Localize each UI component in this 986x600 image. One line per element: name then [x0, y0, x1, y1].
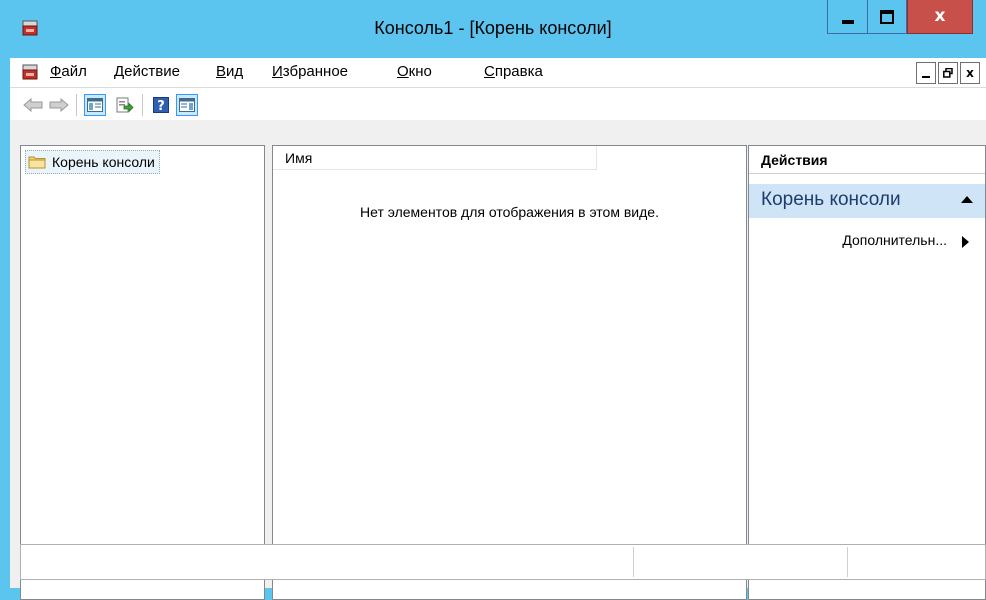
menu-view-accel: В — [216, 63, 227, 80]
actions-item-label: Дополнительн... — [842, 232, 947, 248]
export-list-icon — [116, 97, 134, 113]
client-area: Файл Действие Вид Избранное Окно Справка… — [10, 58, 986, 600]
actions-pane: Действия Корень консоли Дополнительн... — [748, 145, 986, 600]
tree-item-console-root[interactable]: Корень консоли — [25, 150, 160, 174]
menu-action-label: ействие — [124, 63, 180, 80]
title-bar[interactable]: Консоль1 - [Корень консоли] x — [0, 0, 986, 52]
show-hide-action-pane-button[interactable] — [176, 94, 198, 116]
tree-item-label: Корень консоли — [52, 154, 155, 170]
column-header-name[interactable]: Имя — [273, 146, 597, 170]
close-icon: x — [934, 6, 946, 26]
show-hide-console-tree-icon — [87, 98, 103, 112]
mdi-minimize-icon — [922, 76, 930, 78]
menu-help-label: правка — [494, 63, 543, 80]
status-bar — [20, 544, 986, 580]
submenu-arrow-icon — [962, 236, 969, 248]
show-hide-tree-button[interactable] — [84, 94, 106, 116]
minimize-button[interactable] — [827, 0, 867, 34]
menu-window-accel: О — [397, 63, 409, 80]
show-hide-action-pane-icon — [179, 98, 195, 112]
menu-file-accel: Ф — [50, 63, 62, 80]
help-button[interactable]: ? — [150, 94, 172, 116]
status-separator — [633, 547, 634, 577]
help-icon: ? — [153, 97, 169, 113]
back-arrow-icon — [23, 98, 43, 112]
actions-group-console-root[interactable]: Корень консоли — [749, 184, 985, 218]
minimize-icon — [841, 19, 854, 24]
menu-favorites-label: збранное — [282, 63, 349, 80]
close-button[interactable]: x — [907, 0, 973, 34]
menu-favorites[interactable]: Избранное — [272, 63, 348, 80]
back-button[interactable] — [22, 94, 44, 116]
menu-window[interactable]: Окно — [397, 63, 432, 80]
maximize-button[interactable] — [867, 0, 907, 34]
mdi-minimize-button[interactable] — [916, 62, 936, 84]
menu-action[interactable]: Действие — [114, 63, 180, 80]
mdi-restore-button[interactable] — [938, 62, 958, 84]
toolbar: ? — [10, 88, 986, 120]
console-tree-pane[interactable]: Корень консоли — [20, 145, 265, 600]
status-separator — [847, 547, 848, 577]
menu-window-label: кно — [408, 63, 432, 80]
toolbar-separator — [76, 94, 77, 116]
mmc-window: Консоль1 - [Корень консоли] x Файл Дейст… — [0, 0, 986, 600]
forward-button[interactable] — [48, 94, 70, 116]
collapse-arrow-icon[interactable] — [961, 196, 973, 203]
actions-item-more[interactable]: Дополнительн... — [749, 228, 985, 252]
actions-header: Действия — [749, 146, 985, 174]
mdi-window-controls: x — [914, 62, 980, 84]
toolbar-separator — [142, 94, 143, 116]
actions-group-title: Корень консоли — [761, 189, 901, 210]
menu-action-accel: Д — [114, 63, 125, 80]
forward-arrow-icon — [49, 98, 69, 112]
mdi-restore-icon — [943, 68, 953, 78]
export-list-button[interactable] — [114, 94, 136, 116]
results-pane[interactable]: Имя Нет элементов для отображения в этом… — [272, 145, 747, 600]
mdi-close-button[interactable]: x — [960, 62, 980, 84]
menu-view[interactable]: Вид — [216, 63, 243, 80]
maximize-icon — [880, 9, 894, 24]
empty-list-message: Нет элементов для отображения в этом вид… — [360, 204, 659, 220]
svg-text:?: ? — [157, 99, 165, 113]
menu-view-label: ид — [226, 63, 244, 80]
menu-file-label: айл — [61, 63, 87, 80]
folder-icon — [28, 156, 46, 169]
menu-file[interactable]: Файл — [50, 63, 87, 80]
menu-help[interactable]: Справка — [484, 63, 543, 80]
menu-favorites-accel: И — [272, 63, 283, 80]
mdi-close-icon: x — [966, 66, 974, 80]
document-system-menu-icon[interactable] — [22, 64, 38, 80]
menu-help-accel: С — [484, 63, 495, 80]
menu-bar: Файл Действие Вид Избранное Окно Справка… — [10, 58, 986, 88]
